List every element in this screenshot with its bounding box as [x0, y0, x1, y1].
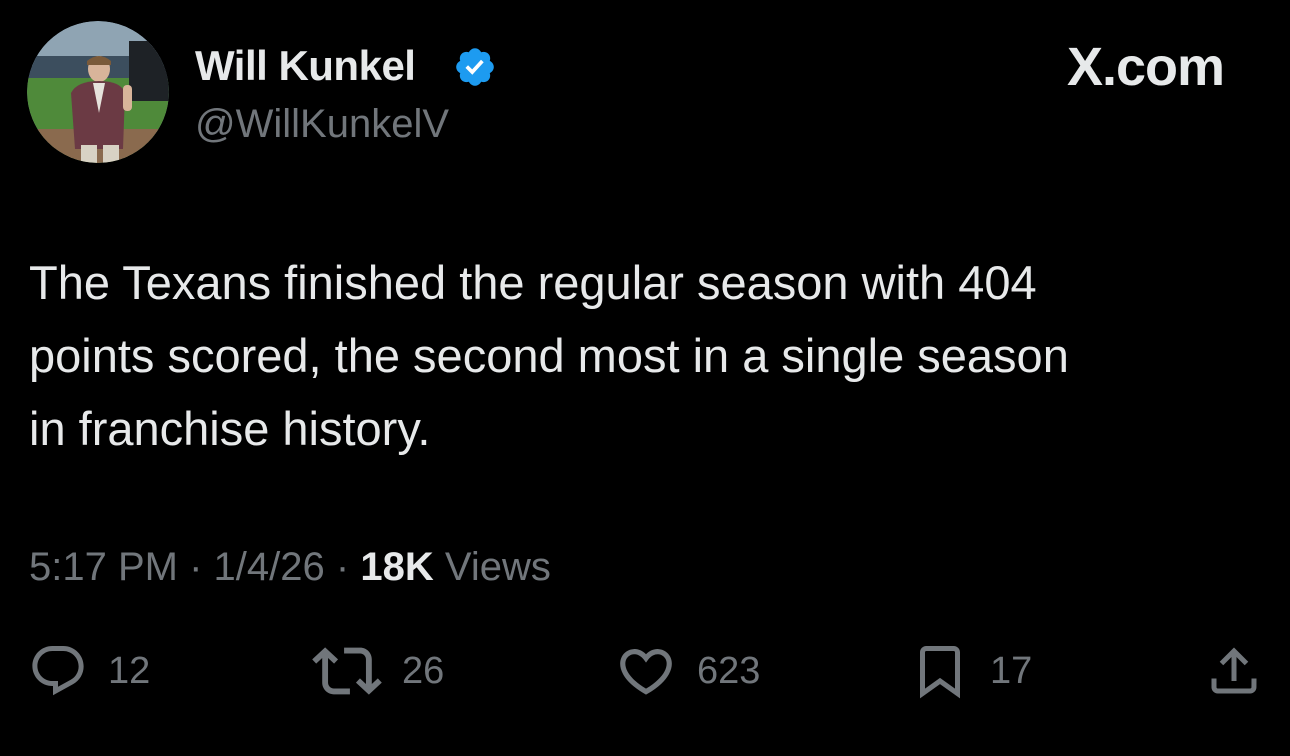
- verified-badge-icon: [456, 48, 494, 86]
- tweet-text: The Texans finished the regular season w…: [29, 256, 1069, 455]
- like-count: 623: [697, 650, 761, 692]
- heart-icon: [620, 649, 672, 695]
- bookmark-button[interactable]: 17: [910, 636, 1032, 706]
- reply-button[interactable]: 12: [28, 636, 150, 706]
- repost-count: 26: [402, 650, 445, 692]
- reply-count: 12: [108, 650, 151, 692]
- bookmark-count: 17: [990, 650, 1033, 692]
- tweet-meta: 5:17 PM · 1/4/26 · 18K Views: [29, 542, 551, 592]
- tweet-time[interactable]: 5:17 PM: [29, 545, 178, 589]
- tweet-date[interactable]: 1/4/26: [214, 545, 325, 589]
- bookmark-icon: [920, 646, 960, 699]
- meta-separator: ·: [335, 545, 350, 589]
- views-count: 18K: [360, 545, 434, 589]
- meta-separator: ·: [189, 545, 203, 589]
- repost-arrows-icon: [312, 647, 382, 695]
- user-handle[interactable]: @WillKunkelV: [195, 99, 449, 149]
- repost-button[interactable]: 26: [312, 636, 444, 706]
- share-button[interactable]: [1204, 636, 1264, 706]
- avatar-photo: [27, 21, 169, 163]
- share-upload-icon: [1211, 647, 1257, 694]
- like-button[interactable]: 623: [615, 636, 760, 706]
- speech-bubble-icon: [32, 646, 84, 696]
- display-name[interactable]: Will Kunkel: [195, 40, 416, 92]
- brand-watermark: X.com: [1066, 37, 1225, 97]
- avatar[interactable]: [27, 21, 169, 163]
- views-label: Views: [444, 545, 551, 589]
